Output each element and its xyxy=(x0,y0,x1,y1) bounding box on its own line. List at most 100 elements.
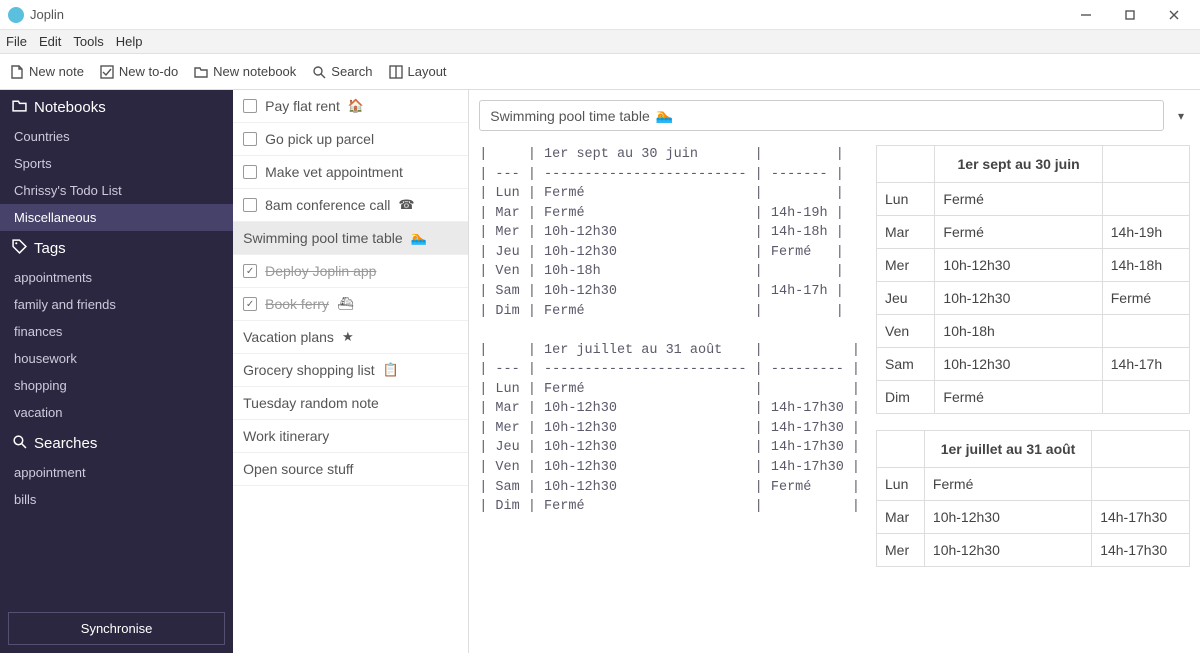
todo-checkbox[interactable] xyxy=(243,297,257,311)
note-list-item[interactable]: Grocery shopping list📋 xyxy=(233,354,468,387)
table-row: MarFermé14h-19h xyxy=(877,216,1190,249)
note-emoji-icon: 🏠 xyxy=(348,98,364,114)
todo-checkbox[interactable] xyxy=(243,198,257,212)
layout-button[interactable]: Layout xyxy=(389,64,447,79)
table-row: LunFermé xyxy=(877,468,1190,501)
note-list-item[interactable]: Go pick up parcel xyxy=(233,123,468,156)
note-list-item-title: Go pick up parcel xyxy=(265,131,374,147)
note-title-emoji: 🏊 xyxy=(656,107,673,124)
notebook-item[interactable]: Chrissy's Todo List xyxy=(0,177,233,204)
saved-search-item[interactable]: bills xyxy=(0,486,233,513)
note-list-item[interactable]: Deploy Joplin app xyxy=(233,255,468,288)
folder-icon xyxy=(194,65,208,79)
menu-edit[interactable]: Edit xyxy=(39,34,61,49)
note-emoji-icon: 📋 xyxy=(383,362,399,378)
note-list-item-title: Work itinerary xyxy=(243,428,329,444)
notebook-item[interactable]: Sports xyxy=(0,150,233,177)
tags-header[interactable]: Tags xyxy=(0,231,233,264)
editor-body: | | 1er sept au 30 juin | | | --- | ----… xyxy=(469,139,1200,653)
tag-item[interactable]: family and friends xyxy=(0,291,233,318)
new-todo-label: New to-do xyxy=(119,64,178,79)
table-cell: 10h-12h30 xyxy=(924,534,1091,567)
todo-checkbox[interactable] xyxy=(243,99,257,113)
note-emoji-icon: ⛴ xyxy=(337,296,354,312)
notebooks-header[interactable]: Notebooks xyxy=(0,90,233,123)
table-row: Mer10h-12h3014h-18h xyxy=(877,249,1190,282)
tag-item[interactable]: housework xyxy=(0,345,233,372)
search-icon xyxy=(12,434,27,453)
searches-header-label: Searches xyxy=(34,435,97,452)
note-list-item[interactable]: Vacation plans★ xyxy=(233,321,468,354)
note-list-item[interactable]: Make vet appointment xyxy=(233,156,468,189)
note-list-item[interactable]: Swimming pool time table🏊 xyxy=(233,222,468,255)
synchronise-button[interactable]: Synchronise xyxy=(8,612,225,645)
folder-icon xyxy=(12,98,27,117)
new-todo-button[interactable]: New to-do xyxy=(100,64,178,79)
todo-checkbox[interactable] xyxy=(243,132,257,146)
table-cell: 14h-17h30 xyxy=(1092,534,1190,567)
note-list-item[interactable]: Work itinerary xyxy=(233,420,468,453)
menubar: File Edit Tools Help xyxy=(0,30,1200,54)
note-emoji-icon: ☎ xyxy=(398,197,414,213)
notebooks-header-label: Notebooks xyxy=(34,99,106,116)
note-title-text: Swimming pool time table xyxy=(490,108,650,124)
tag-item[interactable]: appointments xyxy=(0,264,233,291)
note-icon xyxy=(10,65,24,79)
note-emoji-icon: 🏊 xyxy=(411,230,427,246)
note-list-item[interactable]: Pay flat rent 🏠 xyxy=(233,90,468,123)
table-cell: Lun xyxy=(877,183,935,216)
table-cell: 10h-12h30 xyxy=(935,282,1102,315)
table-cell: 10h-12h30 xyxy=(924,501,1091,534)
app-title: Joplin xyxy=(30,7,1064,22)
todo-icon xyxy=(100,65,114,79)
table-row: Jeu10h-12h30Fermé xyxy=(877,282,1190,315)
note-list-item[interactable]: Book ferry⛴ xyxy=(233,288,468,321)
window-minimize-button[interactable] xyxy=(1064,1,1108,29)
rendered-preview: 1er sept au 30 juinLunFerméMarFermé14h-1… xyxy=(870,139,1200,653)
tag-item[interactable]: finances xyxy=(0,318,233,345)
note-list-item-title: 8am conference call xyxy=(265,197,390,213)
table-row: Mer10h-12h3014h-17h30 xyxy=(877,534,1190,567)
notebook-item[interactable]: Miscellaneous xyxy=(0,204,233,231)
search-button[interactable]: Search xyxy=(312,64,372,79)
window-close-button[interactable] xyxy=(1152,1,1196,29)
note-title-input[interactable]: Swimming pool time table 🏊 xyxy=(479,100,1164,131)
note-list[interactable]: Pay flat rent 🏠 Go pick up parcel Make vet … xyxy=(233,90,469,653)
saved-search-item[interactable]: appointment xyxy=(0,459,233,486)
new-note-button[interactable]: New note xyxy=(10,64,84,79)
table-cell: 14h-17h30 xyxy=(1092,501,1190,534)
titlebar: Joplin xyxy=(0,0,1200,30)
note-list-item[interactable]: Tuesday random note xyxy=(233,387,468,420)
note-list-item[interactable]: Open source stuff xyxy=(233,453,468,486)
note-actions-dropdown[interactable]: ▾ xyxy=(1172,109,1190,123)
todo-checkbox[interactable] xyxy=(243,264,257,278)
note-emoji-icon: ★ xyxy=(342,329,354,345)
table-cell: 10h-12h30 xyxy=(935,348,1102,381)
table-cell: Mer xyxy=(877,249,935,282)
window-maximize-button[interactable] xyxy=(1108,1,1152,29)
table-cell: Fermé xyxy=(935,183,1102,216)
note-list-item-title: Tuesday random note xyxy=(243,395,379,411)
note-list-item[interactable]: 8am conference call ☎ xyxy=(233,189,468,222)
todo-checkbox[interactable] xyxy=(243,165,257,179)
table-cell: 14h-19h xyxy=(1102,216,1189,249)
table-row: Ven10h-18h xyxy=(877,315,1190,348)
notebook-item[interactable]: Countries xyxy=(0,123,233,150)
menu-help[interactable]: Help xyxy=(116,34,143,49)
tag-item[interactable]: vacation xyxy=(0,399,233,426)
note-list-item-title: Pay flat rent xyxy=(265,98,340,114)
table-cell xyxy=(1102,381,1189,414)
table-cell: 14h-17h xyxy=(1102,348,1189,381)
editor-pane: Swimming pool time table 🏊 ▾ | | 1er sep… xyxy=(469,90,1200,653)
markdown-source-view[interactable]: | | 1er sept au 30 juin | | | --- | ----… xyxy=(469,139,870,653)
menu-tools[interactable]: Tools xyxy=(73,34,103,49)
table-row: Mar10h-12h3014h-17h30 xyxy=(877,501,1190,534)
table-cell: Fermé xyxy=(924,468,1091,501)
new-notebook-button[interactable]: New notebook xyxy=(194,64,296,79)
searches-header[interactable]: Searches xyxy=(0,426,233,459)
menu-file[interactable]: File xyxy=(6,34,27,49)
note-list-item-title: Open source stuff xyxy=(243,461,353,477)
app-icon xyxy=(8,7,24,23)
tag-item[interactable]: shopping xyxy=(0,372,233,399)
table-cell: Fermé xyxy=(935,216,1102,249)
